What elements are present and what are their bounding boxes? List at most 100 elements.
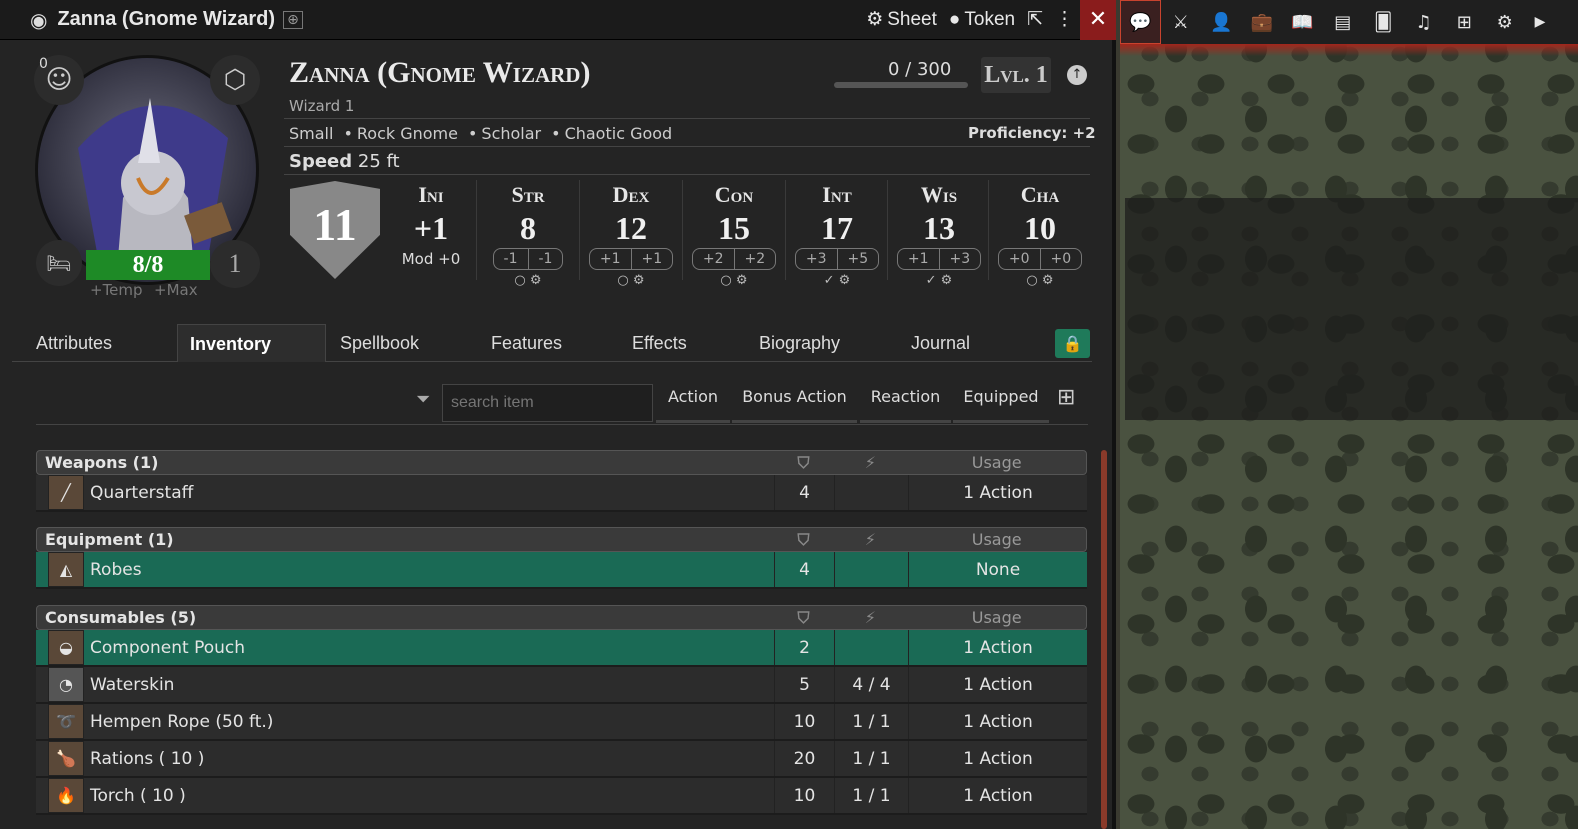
- item-row[interactable]: ➰ Hempen Rope (50 ft.) 10 1 / 1 1 Action: [36, 704, 1087, 741]
- item-row[interactable]: 🔥 Torch ( 10 ) 10 1 / 1 1 Action: [36, 778, 1087, 815]
- scene-map[interactable]: [1120, 0, 1578, 829]
- alignment-value[interactable]: Chaotic Good: [565, 124, 673, 143]
- token-button[interactable]: ● Token: [943, 0, 1021, 40]
- quarterstaff-icon[interactable]: ╱: [48, 475, 84, 510]
- compendium-icon[interactable]: ⊞: [1444, 0, 1485, 44]
- item-row[interactable]: ◔ Waterskin 5 4 / 4 1 Action: [36, 667, 1087, 704]
- initiative-block[interactable]: Ini +1 Mod +0: [380, 182, 482, 268]
- rope-icon[interactable]: ➰: [48, 704, 84, 739]
- uuid-icon[interactable]: ⊕: [283, 10, 303, 29]
- speed[interactable]: Speed 25 ft: [289, 151, 400, 172]
- hp-bar[interactable]: 8/8: [86, 250, 210, 280]
- item-name[interactable]: Quarterstaff: [84, 483, 774, 503]
- race-value[interactable]: Rock Gnome: [357, 124, 458, 143]
- tab-effects[interactable]: Effects: [632, 324, 687, 362]
- inventory-scrollbar[interactable]: [1101, 450, 1107, 829]
- close-button[interactable]: ✕: [1080, 0, 1116, 40]
- item-name[interactable]: Hempen Rope (50 ft.): [84, 712, 774, 732]
- search-input[interactable]: [442, 384, 653, 422]
- tab-spellbook[interactable]: Spellbook: [340, 324, 419, 362]
- item-usage[interactable]: 1 Action: [908, 475, 1087, 510]
- item-row[interactable]: ◒ Component Pouch 2 1 Action: [36, 630, 1087, 667]
- max-hp-label[interactable]: +Max: [154, 281, 198, 299]
- actors-icon[interactable]: 👤: [1201, 0, 1242, 44]
- item-usage[interactable]: 1 Action: [908, 667, 1087, 702]
- filter-equipped[interactable]: Equipped: [953, 383, 1049, 423]
- window-titlebar[interactable]: ◉ Zanna (Gnome Wizard) ⊕ ⚙ Sheet ● Token ⇱…: [0, 0, 1116, 40]
- tables-icon[interactable]: ▤: [1323, 0, 1364, 44]
- ability-mod-pill[interactable]: +1 +3: [896, 248, 982, 270]
- size-value[interactable]: Small: [289, 124, 333, 143]
- item-name[interactable]: Robes: [84, 560, 774, 580]
- item-row[interactable]: ╱ Quarterstaff 4 1 Action: [36, 475, 1087, 512]
- filter-action[interactable]: Action: [656, 383, 730, 423]
- ability-mod-pill[interactable]: -1 -1: [492, 248, 564, 270]
- item-name[interactable]: Torch ( 10 ): [84, 786, 774, 806]
- menu-button[interactable]: ⋮: [1049, 0, 1080, 40]
- tab-journal[interactable]: Journal: [911, 324, 970, 362]
- d20-badge[interactable]: ⬡: [210, 55, 260, 105]
- journal-icon[interactable]: 📖: [1282, 0, 1323, 44]
- item-uses[interactable]: 4 / 4: [834, 667, 908, 702]
- rations-icon[interactable]: 🍗: [48, 741, 84, 776]
- ability-cha[interactable]: Cha 10 +0 +0 ○ ⚙: [989, 182, 1091, 288]
- item-uses[interactable]: 1 / 1: [834, 741, 908, 776]
- tab-biography[interactable]: Biography: [759, 324, 840, 362]
- waterskin-icon[interactable]: ◔: [48, 667, 84, 702]
- torch-icon[interactable]: 🔥: [48, 778, 84, 813]
- save-toggle-proficient[interactable]: ✓ ⚙: [888, 273, 990, 288]
- section-header[interactable]: Weapons (1) ⛉ ⚡ Usage: [36, 450, 1087, 475]
- item-usage[interactable]: 1 Action: [908, 741, 1087, 776]
- tab-features[interactable]: Features: [491, 324, 562, 362]
- popout-button[interactable]: ⇱: [1021, 0, 1049, 40]
- settings-icon[interactable]: ⚙: [1485, 0, 1526, 44]
- item-usage[interactable]: 1 Action: [908, 704, 1087, 739]
- item-name[interactable]: Waterskin: [84, 675, 774, 695]
- level-up-button[interactable]: ↑: [1067, 65, 1087, 85]
- save-toggle[interactable]: ○ ⚙: [989, 273, 1091, 288]
- xp-value[interactable]: 0 / 300: [888, 59, 951, 80]
- ability-con[interactable]: Con 15 +2 +2 ○ ⚙: [683, 182, 785, 288]
- item-usage[interactable]: 1 Action: [908, 630, 1087, 665]
- combat-icon[interactable]: ⚔: [1161, 0, 1202, 44]
- pouch-icon[interactable]: ◒: [48, 630, 84, 665]
- armor-class-shield[interactable]: 11: [290, 181, 380, 279]
- ability-int[interactable]: Int 17 +3 +5 ✓ ⚙: [786, 182, 888, 288]
- section-header[interactable]: Equipment (1) ⛉ ⚡ Usage: [36, 527, 1087, 552]
- section-header[interactable]: Consumables (5) ⛉ ⚡ Usage: [36, 605, 1087, 630]
- chat-icon[interactable]: 💬: [1120, 0, 1161, 44]
- filter-icon[interactable]: ⏷: [416, 389, 430, 410]
- sheet-lock-button[interactable]: 🔒: [1055, 329, 1090, 358]
- ability-mod-pill[interactable]: +1 +1: [588, 248, 674, 270]
- character-name[interactable]: Zanna (Gnome Wizard): [289, 56, 590, 90]
- ability-dex[interactable]: Dex 12 +1 +1 ○ ⚙: [580, 182, 682, 288]
- collapse-icon[interactable]: ▶: [1525, 0, 1555, 44]
- ability-mod-pill[interactable]: +2 +2: [691, 248, 777, 270]
- rest-button[interactable]: 🛏: [36, 240, 82, 286]
- save-toggle[interactable]: ○ ⚙: [477, 273, 579, 288]
- tab-attributes[interactable]: Attributes: [36, 324, 112, 362]
- hit-dice-badge[interactable]: 1: [210, 240, 260, 288]
- robes-icon[interactable]: ◭: [48, 552, 84, 587]
- tab-inventory[interactable]: Inventory: [177, 324, 326, 362]
- save-toggle[interactable]: ○ ⚙: [683, 273, 785, 288]
- background-value[interactable]: Scholar: [481, 124, 541, 143]
- filter-bonus-action[interactable]: Bonus Action: [732, 383, 857, 423]
- item-row[interactable]: 🍗 Rations ( 10 ) 20 1 / 1 1 Action: [36, 741, 1087, 778]
- items-icon[interactable]: 💼: [1242, 0, 1283, 44]
- item-row[interactable]: ◭ Robes 4 None: [36, 552, 1087, 589]
- item-uses[interactable]: 1 / 1: [834, 778, 908, 813]
- item-usage[interactable]: None: [908, 552, 1087, 587]
- ability-mod-pill[interactable]: +3 +5: [794, 248, 880, 270]
- cards-icon[interactable]: 🂠: [1363, 0, 1404, 44]
- sheet-button[interactable]: ⚙ Sheet: [860, 0, 943, 40]
- item-uses[interactable]: 1 / 1: [834, 704, 908, 739]
- item-usage[interactable]: 1 Action: [908, 778, 1087, 813]
- ability-wis[interactable]: Wis 13 +1 +3 ✓ ⚙: [888, 182, 990, 288]
- playlists-icon[interactable]: ♫: [1404, 0, 1445, 44]
- grid-view-icon[interactable]: ⊞: [1057, 385, 1075, 410]
- ability-str[interactable]: Str 8 -1 -1 ○ ⚙: [477, 182, 579, 288]
- item-name[interactable]: Rations ( 10 ): [84, 749, 774, 769]
- save-toggle[interactable]: ○ ⚙: [580, 273, 682, 288]
- filter-reaction[interactable]: Reaction: [860, 383, 951, 423]
